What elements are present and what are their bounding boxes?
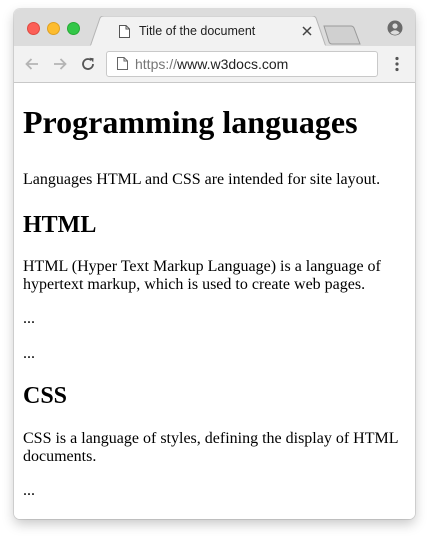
new-tab-button[interactable] xyxy=(323,25,361,45)
ellipsis-paragraph: ... xyxy=(23,345,35,362)
ellipsis-paragraph: ... xyxy=(23,310,35,327)
url-host: www.w3docs.com xyxy=(177,56,289,72)
tab-title: Title of the document xyxy=(139,24,256,38)
section-heading-css: CSS xyxy=(23,383,68,409)
address-bar[interactable]: https://www.w3docs.com xyxy=(106,51,378,77)
tab-active[interactable]: Title of the document xyxy=(90,16,326,47)
close-window-button[interactable] xyxy=(27,22,40,35)
document-icon xyxy=(119,25,130,38)
browser-window: Title of the document https://www.w3docs… xyxy=(14,9,415,519)
intro-paragraph: Languages HTML and CSS are intended for … xyxy=(23,171,381,188)
close-tab-icon[interactable] xyxy=(301,25,313,37)
html-paragraph: HTML (Hyper Text Markup Language) is a l… xyxy=(23,258,381,293)
profile-icon[interactable] xyxy=(387,20,403,36)
section-heading-html: HTML xyxy=(23,212,97,238)
reload-icon[interactable] xyxy=(80,56,96,72)
maximize-window-button[interactable] xyxy=(67,22,80,35)
menu-dots-icon[interactable] xyxy=(391,56,403,72)
url-text: https://www.w3docs.com xyxy=(135,56,288,72)
url-scheme: https:// xyxy=(135,56,178,72)
forward-arrow-icon[interactable] xyxy=(52,56,68,72)
css-paragraph: CSS is a language of styles, defining th… xyxy=(23,430,398,465)
ellipsis-paragraph: ... xyxy=(23,482,35,499)
browser-toolbar: https://www.w3docs.com xyxy=(14,46,415,83)
minimize-window-button[interactable] xyxy=(47,22,60,35)
page-info-icon[interactable] xyxy=(117,57,128,70)
page-viewport: Programming languages Languages HTML and… xyxy=(14,83,415,519)
tab-strip: Title of the document xyxy=(14,9,415,47)
page-heading: Programming languages xyxy=(23,104,358,140)
back-arrow-icon[interactable] xyxy=(24,56,40,72)
